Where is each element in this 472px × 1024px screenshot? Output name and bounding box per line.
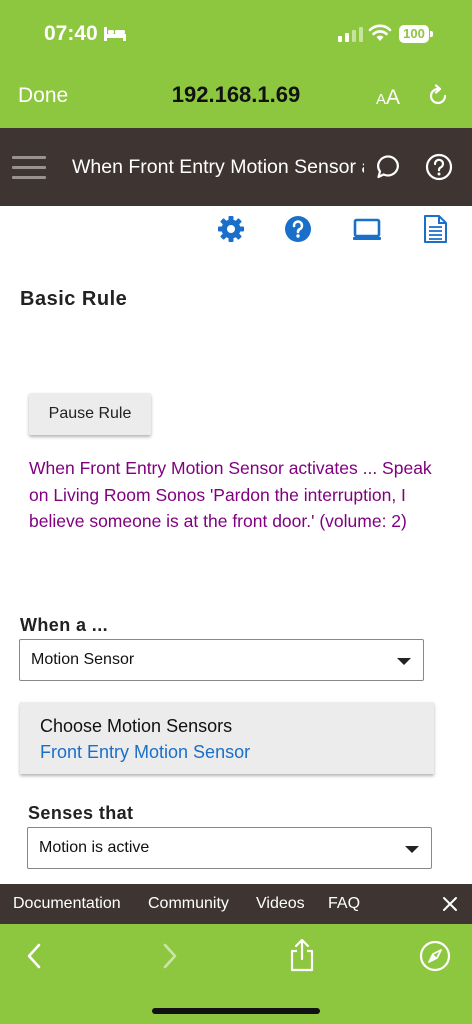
help-circle-icon[interactable] <box>425 153 453 181</box>
compass-icon[interactable] <box>419 940 451 972</box>
community-link[interactable]: Community <box>148 895 229 913</box>
rule-description: When Front Entry Motion Sensor activates… <box>29 458 432 531</box>
bed-icon <box>104 27 126 41</box>
header-title: When Front Entry Motion Sensor activates <box>72 156 364 178</box>
laptop-icon[interactable] <box>352 214 382 244</box>
hamburger-menu-icon[interactable] <box>12 156 46 179</box>
trigger-label: When a ... <box>20 615 109 635</box>
senses-label: Senses that <box>28 803 134 823</box>
home-indicator <box>152 1008 320 1014</box>
senses-select[interactable]: Motion is active <box>27 827 432 869</box>
cellular-signal-icon <box>338 26 363 42</box>
section-title: Basic Rule <box>20 288 128 310</box>
reload-icon[interactable] <box>426 84 450 108</box>
chevron-down-icon <box>397 658 411 665</box>
close-icon[interactable] <box>442 896 458 912</box>
chat-bubble-icon[interactable] <box>376 154 402 180</box>
share-icon[interactable] <box>287 938 317 972</box>
wifi-icon <box>368 24 392 41</box>
battery-icon: 100 <box>399 25 433 43</box>
chooser-title: Choose Motion Sensors <box>40 716 233 736</box>
settings-gear-icon[interactable] <box>216 214 246 244</box>
forward-chevron-icon[interactable] <box>160 942 180 970</box>
battery-level: 100 <box>403 26 425 41</box>
chooser-selected-device: Front Entry Motion Sensor <box>40 742 251 762</box>
faq-link[interactable]: FAQ <box>328 895 360 913</box>
status-time: 07:40 <box>44 22 98 45</box>
browser-top-bar <box>0 0 472 128</box>
chevron-down-icon <box>405 846 419 853</box>
trigger-type-select[interactable]: Motion Sensor <box>19 639 424 681</box>
videos-link[interactable]: Videos <box>256 895 305 913</box>
pause-rule-button[interactable]: Pause Rule <box>29 393 151 435</box>
back-chevron-icon[interactable] <box>24 942 44 970</box>
document-icon[interactable] <box>420 214 450 244</box>
footer-link-bar: Documentation Community Videos FAQ <box>0 884 472 924</box>
documentation-link[interactable]: Documentation <box>13 895 121 913</box>
address-bar-url[interactable]: 192.168.1.69 <box>0 82 472 108</box>
help-icon[interactable] <box>283 214 313 244</box>
reader-text-size-button[interactable]: AA <box>376 86 400 110</box>
choose-motion-sensors-button[interactable]: Choose Motion Sensors Front Entry Motion… <box>20 702 434 774</box>
